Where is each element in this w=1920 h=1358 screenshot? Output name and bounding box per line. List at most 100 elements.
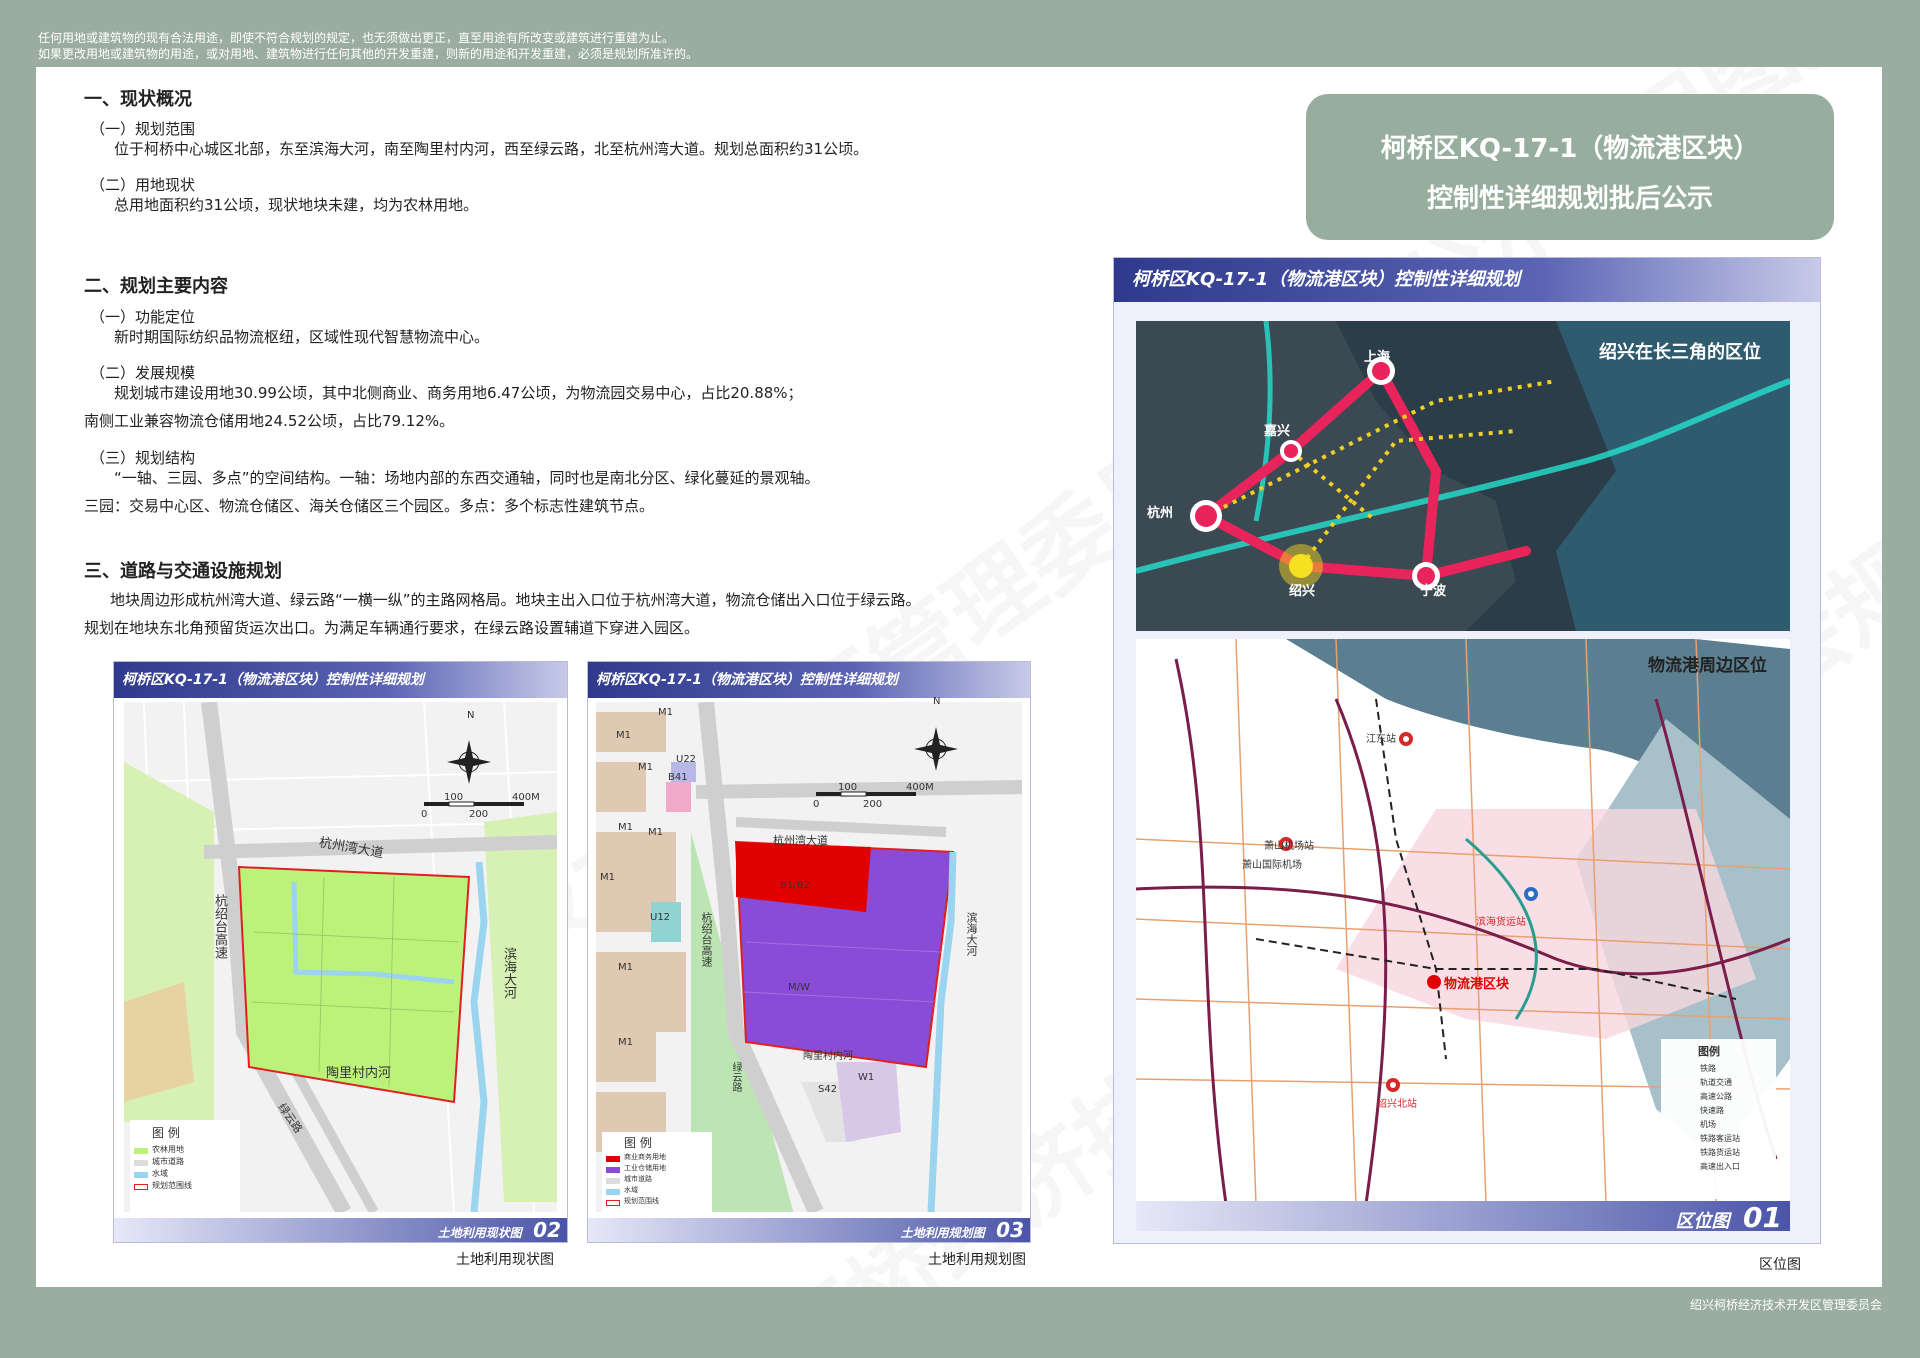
section-2-para-1: 新时期国际纺织品物流枢纽，区域性现代智慧物流中心。	[114, 328, 490, 346]
map-03-road-west: 杭绍台高速	[700, 912, 713, 967]
map-01-header: 柯桥区KQ-17-1（物流港区块）控制性详细规划	[1114, 258, 1820, 302]
station-binhai-freight: 滨海货运站	[1476, 917, 1526, 928]
map-03-road-east: 滨海大河	[965, 912, 978, 956]
map-03-legend: 图 例 商业商务用地 工业仓储用地 城市道路 水域 规划范围线	[602, 1132, 712, 1222]
map-01-area-drawing	[1136, 639, 1790, 1204]
train-station-icon	[1399, 732, 1413, 746]
map-02-caption: 土地利用现状图	[456, 1252, 554, 1268]
section-1-para-1: 位于柯桥中心城区北部，东至滨海大河，南至陶里村内河，西至绿云路，北至杭州湾大道。…	[114, 140, 869, 158]
map-01-legend-7: 铁路货运站	[1700, 1148, 1740, 1157]
station-shaoxing-north: 绍兴北站	[1377, 1099, 1417, 1110]
map-02-scale-200: 200	[469, 809, 489, 820]
title-banner: 柯桥区KQ-17-1（物流港区块） 控制性详细规划批后公示	[1306, 94, 1834, 240]
map-02-header: 柯桥区KQ-17-1（物流港区块）控制性详细规划	[114, 662, 567, 698]
map-03-legend-title: 图 例	[624, 1136, 652, 1150]
legend-swatch	[134, 1172, 148, 1178]
zone-m-w: M/W	[788, 982, 810, 993]
legend-swatch	[606, 1178, 620, 1184]
map-01-top-title: 绍兴在长三角的区位	[1599, 342, 1761, 363]
map-01-legend-5: 机场	[1700, 1120, 1716, 1129]
map-03-header: 柯桥区KQ-17-1（物流港区块）控制性详细规划	[588, 662, 1030, 698]
city-jiaxing: 嘉兴	[1264, 424, 1291, 439]
map-03-land-use-plan: 柯桥区KQ-17-1（物流港区块）控制性详细规划 N 0 100 200 400…	[587, 661, 1031, 1243]
map-02-legend-4: 规划范围线	[152, 1181, 192, 1190]
map-01-legend-2: 轨道交通	[1700, 1078, 1732, 1087]
map-02-footer-number: 02	[533, 1218, 561, 1242]
zone-code: M1	[616, 730, 631, 741]
notice-sheet: 柯桥经济技术开发区管理委员会规划公示专用图片 柯桥经济技术开发区管理委员会规划公…	[36, 67, 1882, 1287]
train-station-icon	[1386, 1078, 1400, 1092]
map-01-footer-title: 区位图	[1675, 1211, 1730, 1232]
zone-code: U22	[676, 754, 697, 765]
city-shaoxing: 绍兴	[1289, 584, 1316, 599]
section-2-para-2a: 规划城市建设用地30.99公顷，其中北侧商业、商务用地6.47公顷，为物流园交易…	[114, 384, 803, 402]
map-03-scale-100: 100	[838, 782, 858, 793]
zone-b1-b2: B1/B2	[780, 880, 810, 891]
city-shanghai: 上海	[1364, 350, 1391, 365]
legend-swatch	[606, 1200, 620, 1206]
city-ningbo: 宁波	[1420, 584, 1447, 599]
city-marker-jiaxing	[1280, 440, 1302, 462]
map-03-legend-4: 水域	[624, 1186, 638, 1194]
map-01-caption: 区位图	[1759, 1257, 1801, 1273]
map-01-location: 柯桥区KQ-17-1（物流港区块）控制性详细规划 绍兴在长三角的区位 上海 嘉兴…	[1113, 257, 1821, 1244]
zone-code: M1	[618, 1037, 633, 1048]
map-02-road-south: 陶里村内河	[326, 1066, 392, 1081]
map-02-road-west: 杭绍台高速	[212, 894, 227, 959]
zone-code: M1	[618, 962, 633, 973]
map-03-footer-title: 土地利用规划图	[900, 1226, 985, 1240]
city-hangzhou: 杭州	[1147, 506, 1174, 521]
map-01-region-drawing	[1136, 321, 1790, 631]
zone-code: M1	[648, 827, 663, 838]
map-03-scale-200: 200	[863, 799, 883, 810]
section-2-para-2b: 南侧工业兼容物流仓储用地24.52公顷，占比79.12%。	[84, 412, 455, 430]
map-01-legend-1: 铁路	[1700, 1064, 1716, 1073]
map-01-footer: 区位图 01	[1136, 1201, 1790, 1234]
disclaimer-line-1: 任何用地或建筑物的现有合法用途，即使不符合规划的规定，也无须做出更正，直至用途有…	[38, 31, 675, 45]
map-01-bottom-title: 物流港周边区位	[1648, 656, 1767, 676]
zone-code: U12	[650, 912, 671, 923]
station-jiangdong: 江东站	[1366, 734, 1396, 745]
section-1-para-2: 总用地面积约31公顷，现状地块未建，均为农林用地。	[114, 196, 479, 214]
map-02-legend-2: 城市道路	[152, 1157, 184, 1166]
map-02-footer-title: 土地利用现状图	[437, 1226, 522, 1240]
disclaimer-line-2: 如果更改用地或建筑物的用途，或对用地、建筑物进行任何其他的开发重建，则新的用途和…	[38, 47, 699, 61]
map-02-footer: 土地利用现状图 02	[114, 1218, 567, 1242]
map-03-road-north: 杭州湾大道	[773, 834, 828, 847]
map-03-road-south: 陶里村内河	[803, 1051, 853, 1062]
section-2-para-3a: “一轴、三园、多点”的空间结构。一轴：场地内部的东西交通轴，同时也是南北分区、绿…	[114, 469, 820, 487]
zone-code: M1	[638, 762, 653, 773]
map-02-scale-0: 0	[421, 809, 428, 820]
map-02-north-label: N	[467, 710, 475, 721]
map-03-caption: 土地利用规划图	[928, 1252, 1026, 1268]
legend-swatch	[134, 1184, 148, 1190]
zone-code: W1	[858, 1072, 875, 1083]
issuer-credit: 绍兴柯桥经济技术开发区管理委员会	[1689, 1298, 1882, 1312]
map-01-legend-3: 高速公路	[1700, 1092, 1732, 1101]
map-03-legend-5: 规划范围线	[624, 1197, 659, 1205]
zone-code: M1	[618, 822, 633, 833]
site-label: 物流港区块	[1444, 977, 1510, 992]
station-xiaoshan-airport: 萧山机场站	[1264, 841, 1314, 852]
title-line-2: 控制性详细规划批后公示	[1426, 184, 1713, 214]
map-03-footer-number: 03	[996, 1218, 1024, 1242]
section-3-title: 三、道路与交通设施规划	[84, 561, 282, 582]
map-02-legend-1: 农林用地	[152, 1145, 184, 1154]
train-station-icon	[1524, 887, 1538, 901]
airport-label: 萧山国际机场	[1242, 860, 1302, 871]
section-2-title: 二、规划主要内容	[84, 276, 228, 297]
map-02-road-east: 滨海大河	[501, 947, 516, 999]
title-line-1: 柯桥区KQ-17-1（物流港区块）	[1380, 134, 1760, 164]
map-03-legend-2: 工业仓储用地	[624, 1164, 666, 1172]
city-marker-hangzhou	[1190, 500, 1222, 532]
map-02-legend: 图 例 农林用地 城市道路 水域 规划范围线	[130, 1120, 240, 1220]
map-02-land-use-current: 柯桥区KQ-17-1（物流港区块）控制性详细规划 N 0 100 200 400…	[113, 661, 568, 1243]
zone-code: B41	[668, 772, 688, 783]
map-03-north-label: N	[933, 696, 941, 707]
map-02-scale-100: 100	[444, 792, 464, 803]
map-03-legend-3: 城市道路	[624, 1175, 652, 1183]
section-1-title: 一、现状概况	[84, 89, 192, 110]
map-01-footer-number: 01	[1743, 1201, 1782, 1234]
map-03-scale-0: 0	[813, 799, 820, 810]
legend-swatch	[606, 1167, 620, 1173]
